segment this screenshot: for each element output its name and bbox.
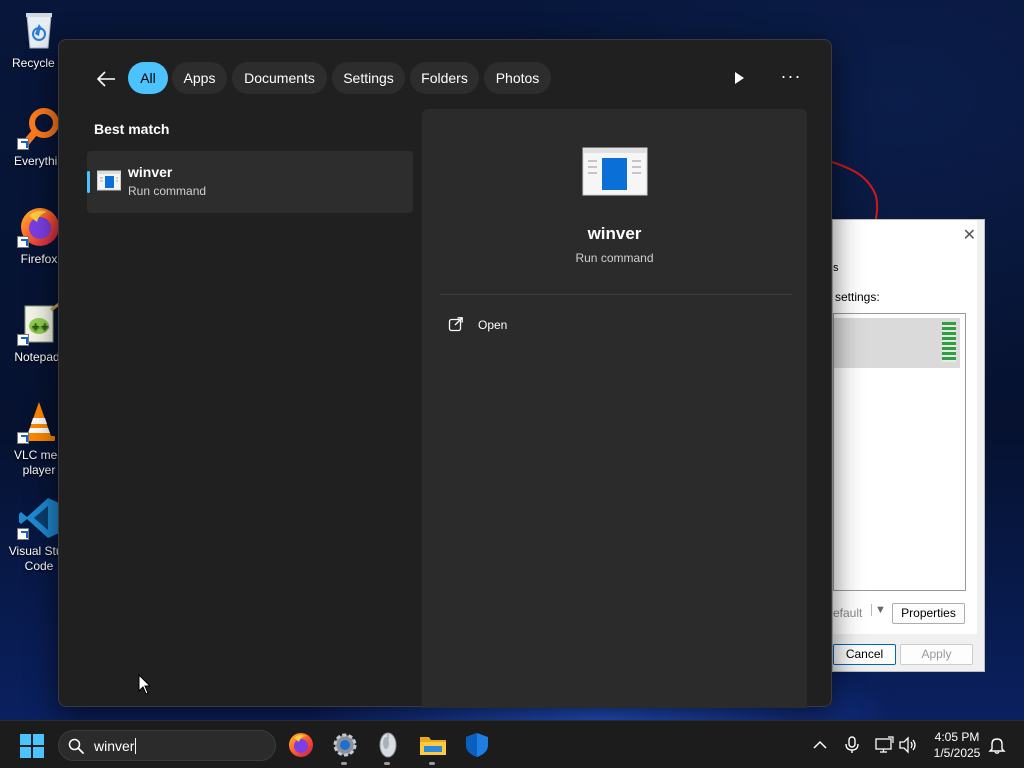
filter-tab-folders[interactable]: Folders (410, 62, 479, 94)
properties-button[interactable]: Properties (892, 603, 965, 624)
filter-tab-all[interactable]: All (128, 62, 168, 94)
cancel-button[interactable]: Cancel (833, 644, 896, 665)
speaker-icon (899, 736, 916, 754)
play-arrow-icon (735, 72, 744, 84)
preview-title: winver (587, 224, 642, 243)
taskbar-app-settings[interactable] (331, 731, 359, 765)
search-icon (68, 738, 84, 754)
windows-logo-icon (20, 734, 44, 758)
clock[interactable]: 4:05 PM 1/5/2025 (922, 729, 992, 761)
microphone-tray-button[interactable] (842, 735, 862, 755)
taskbar-app-windows-security[interactable] (463, 731, 491, 759)
filter-tab-photos[interactable]: Photos (484, 62, 551, 94)
open-external-icon (448, 316, 464, 332)
filter-tab-apps[interactable]: Apps (172, 62, 227, 94)
open-action-label: Open (478, 318, 508, 332)
taskbar-app-file-explorer[interactable] (419, 731, 447, 765)
notifications-button[interactable] (987, 735, 1007, 755)
everything-search-icon (17, 106, 61, 150)
start-search-panel: All Apps Documents Settings Folders Phot… (58, 39, 832, 708)
shortcut-arrow-icon (17, 138, 29, 150)
shortcut-arrow-icon (17, 528, 29, 540)
taskbar-app-mouse[interactable] (374, 731, 402, 765)
show-hidden-icons-button[interactable] (810, 735, 830, 755)
microphone-icon (845, 736, 859, 753)
close-icon[interactable]: ✕ (963, 225, 976, 245)
taskbar-app-firefox[interactable] (287, 731, 315, 759)
firefox-icon (17, 204, 61, 248)
file-explorer-icon (420, 737, 446, 755)
running-indicator (384, 762, 390, 765)
vscode-icon (17, 496, 61, 540)
shortcut-arrow-icon (17, 236, 29, 248)
chevron-up-icon (813, 740, 827, 749)
notepad-plus-plus-icon: ++ (17, 302, 61, 346)
preview-subtitle: Run command (575, 251, 654, 265)
taskbar: winver 4:05 PM 1/5/2025 (0, 720, 1024, 768)
back-button[interactable] (93, 66, 119, 92)
taskbar-search-box[interactable]: winver (58, 730, 276, 761)
back-arrow-icon (96, 71, 115, 87)
dialog-tab-fragment[interactable]: s (833, 262, 839, 274)
network-tray-button[interactable] (874, 735, 894, 755)
shortcut-arrow-icon (17, 432, 29, 444)
windows-security-icon (466, 733, 488, 757)
filter-tab-documents[interactable]: Documents (232, 62, 327, 94)
settings-label: settings: (835, 290, 880, 304)
device-list[interactable] (833, 313, 966, 591)
best-match-heading: Best match (94, 121, 170, 137)
result-preview-pane: winver Run command Open (422, 109, 807, 708)
running-indicator (341, 762, 347, 765)
open-action[interactable]: Open (440, 309, 792, 341)
clock-date: 1/5/2025 (933, 746, 981, 760)
chevron-down-icon[interactable]: ▼ (871, 604, 886, 616)
volume-tray-button[interactable] (898, 735, 918, 755)
mouse-app-icon (379, 732, 397, 758)
vlc-cone-icon (17, 400, 61, 444)
running-indicator (429, 762, 435, 765)
selection-accent (87, 171, 90, 193)
device-list-item-selected[interactable] (834, 318, 960, 368)
start-button[interactable] (20, 734, 44, 758)
result-title: winver (128, 164, 173, 180)
more-filters-button[interactable] (729, 68, 749, 88)
preview-divider (440, 294, 792, 295)
shortcut-arrow-icon (17, 334, 29, 346)
settings-gear-icon (333, 733, 357, 757)
firefox-icon (289, 733, 313, 757)
background-sound-dialog: ✕ s settings: efault ▼ Properties Cancel… (832, 219, 985, 672)
set-default-button[interactable]: efault (833, 606, 862, 620)
clock-time: 4:05 PM (934, 730, 980, 744)
mouse-cursor-icon (138, 674, 152, 695)
apply-button[interactable]: Apply (900, 644, 973, 665)
level-meter-icon (942, 322, 956, 362)
search-input[interactable]: winver (94, 738, 137, 754)
result-item-winver[interactable]: winver Run command (87, 151, 413, 213)
bell-icon (988, 738, 1006, 754)
network-icon (875, 736, 894, 753)
filter-tab-settings[interactable]: Settings (332, 62, 405, 94)
recycle-bin-icon (17, 8, 61, 52)
winver-app-large-icon (582, 147, 648, 197)
result-subtitle: Run command (128, 184, 207, 198)
more-options-button[interactable]: ··· (777, 67, 805, 88)
svg-text:++: ++ (31, 320, 49, 333)
winver-app-icon (97, 170, 121, 192)
